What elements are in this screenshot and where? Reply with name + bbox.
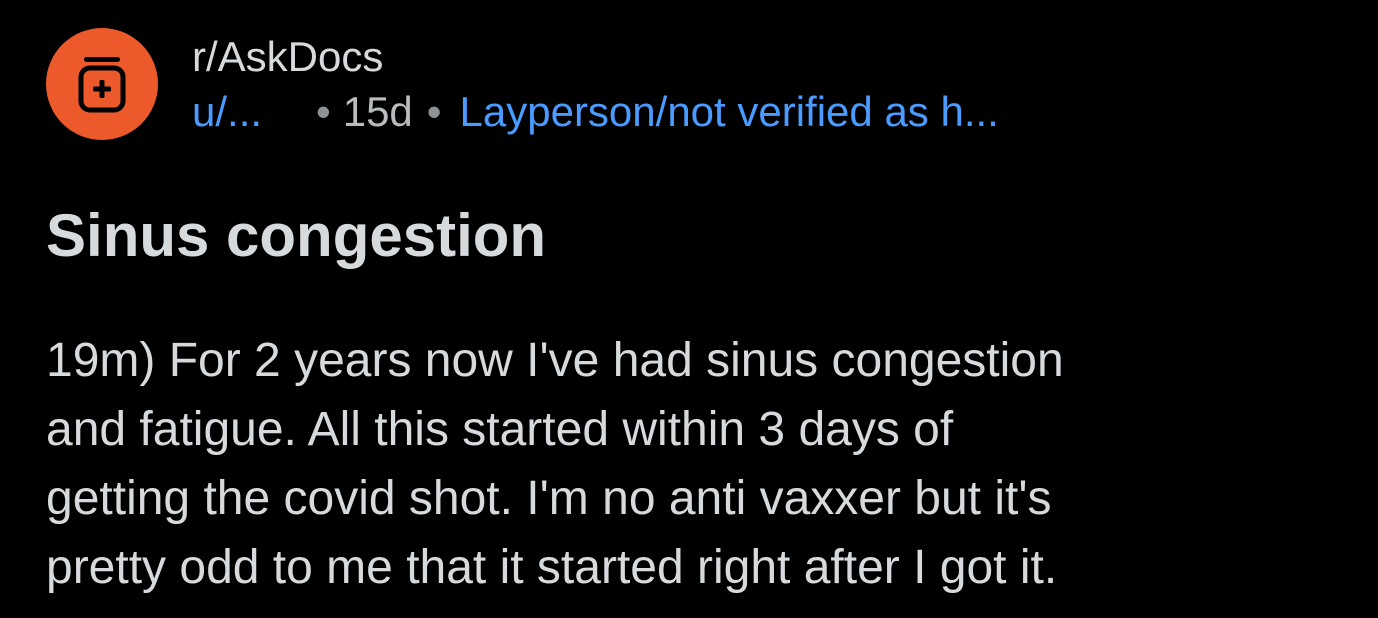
post-meta-line: u/... • 15d • Layperson/not verified as … <box>192 87 999 137</box>
post-title[interactable]: Sinus congestion <box>46 200 546 272</box>
subreddit-avatar[interactable] <box>46 28 158 140</box>
medicine-jar-icon <box>78 57 126 113</box>
separator-dot: • <box>426 88 442 135</box>
subreddit-name[interactable]: r/AskDocs <box>192 32 383 82</box>
post-body[interactable]: 19m) For 2 years now I've had sinus cong… <box>46 326 1356 602</box>
post-body-line: and fatigue. All this started within 3 d… <box>46 403 954 456</box>
post-header: r/AskDocs u/... • 15d • Layperson/not ve… <box>46 28 1346 140</box>
author-link[interactable]: u/... <box>192 87 286 137</box>
user-flair[interactable]: Layperson/not verified as h... <box>460 87 999 137</box>
post-body-line: pretty odd to me that it started right a… <box>46 541 1058 594</box>
post-body-line: getting the covid shot. I'm no anti vaxx… <box>46 472 1052 525</box>
post-age: 15d <box>342 88 413 135</box>
separator-dot: • <box>316 88 331 135</box>
post-body-line: 19m) For 2 years now I've had sinus cong… <box>46 334 1064 387</box>
